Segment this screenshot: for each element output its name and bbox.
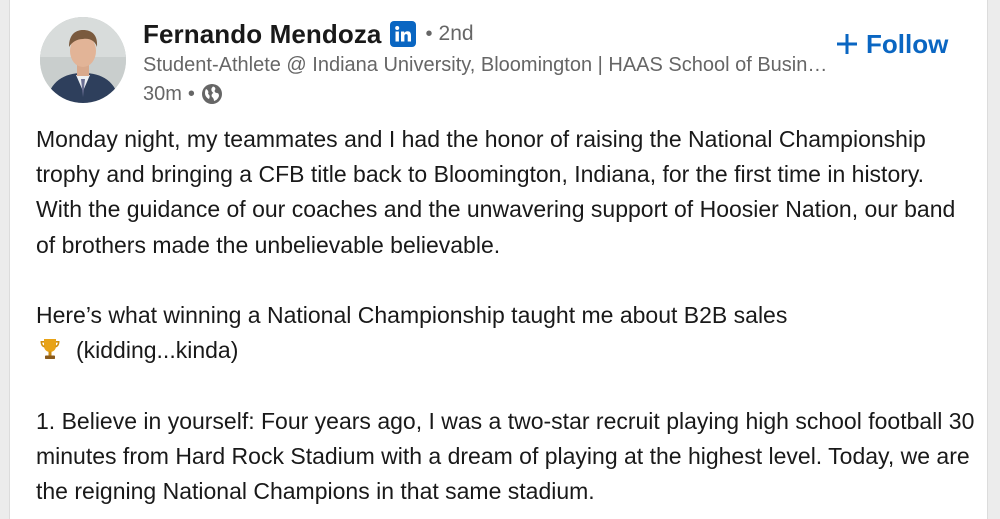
post-paragraph: 1. Believe in yourself: Four years ago, … (36, 407, 975, 504)
post-body: Monday night, my teammates and I had the… (36, 122, 976, 519)
linkedin-badge-icon (389, 21, 416, 47)
separator-dot: • (425, 22, 433, 45)
globe-icon (201, 83, 223, 105)
post-line: Here’s what winning a National Champions… (36, 302, 788, 328)
author-avatar[interactable] (40, 17, 126, 103)
follow-label: Follow (866, 28, 949, 59)
meta-separator: • (187, 82, 195, 105)
post-card: Fernando Mendoza • 2nd Student-Athlete @… (9, 0, 988, 519)
plus-icon (836, 33, 858, 55)
post-meta: 30m • (143, 80, 223, 108)
post-line: (kidding...kinda) (76, 337, 239, 364)
author-headline: Student-Athlete @ Indiana University, Bl… (143, 54, 833, 76)
trophy-icon (40, 339, 60, 360)
author-photo (40, 17, 126, 103)
connection-degree: 2nd (438, 22, 474, 45)
author-line: Fernando Mendoza • 2nd (143, 14, 474, 54)
post-paragraph: Here’s what winning a National Champions… (36, 298, 976, 368)
follow-button[interactable]: Follow (836, 24, 948, 64)
author-name[interactable]: Fernando Mendoza (143, 19, 382, 50)
post-paragraph: Monday night, my teammates and I had the… (36, 126, 956, 258)
post-time: 30m (143, 82, 182, 105)
